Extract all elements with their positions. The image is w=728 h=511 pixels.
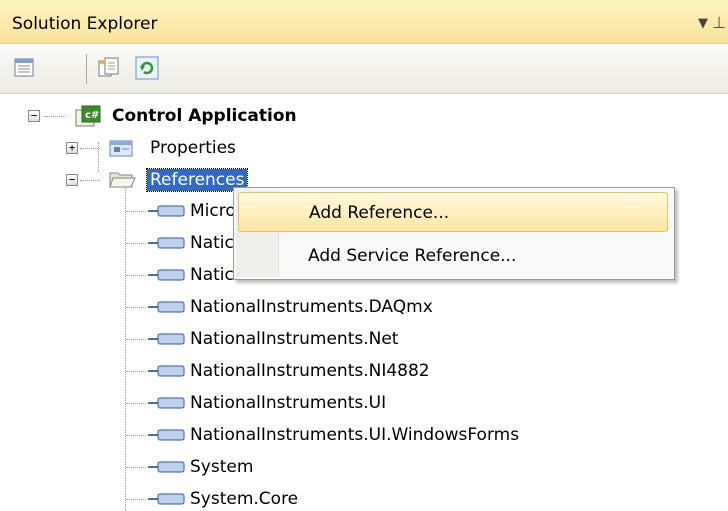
csharp-project-icon: c#: [75, 105, 101, 127]
menu-item-add-reference[interactable]: Add Reference...: [238, 192, 668, 232]
tree-connector: [80, 148, 100, 149]
menu-item-add-service-reference[interactable]: Add Service Reference...: [238, 236, 668, 276]
assembly-reference-icon: [148, 397, 185, 409]
tree-connector: [126, 243, 146, 244]
project-expander[interactable]: −: [28, 110, 40, 122]
tree-connector: [126, 307, 146, 308]
folder-open-icon: [109, 172, 136, 188]
reference-label: System.Core: [190, 489, 299, 509]
tree-connector: [126, 435, 146, 436]
tree-connector: [125, 184, 126, 511]
show-all-files-icon: [98, 57, 119, 77]
tree-connector: [126, 339, 146, 340]
menu-item-label: Add Service Reference...: [308, 246, 517, 266]
assembly-reference-icon: [148, 461, 185, 473]
svg-text:c#: c#: [85, 110, 99, 121]
refresh-button[interactable]: [134, 55, 160, 81]
tree-connector: [126, 467, 146, 468]
tree-connector: [126, 403, 146, 404]
reference-label: NationalInstruments.Net: [190, 329, 399, 349]
assembly-reference-icon: [148, 237, 185, 249]
properties-button[interactable]: [12, 55, 38, 81]
properties-expander[interactable]: +: [66, 142, 78, 154]
assembly-reference-icon: [148, 429, 185, 441]
references-context-menu: Add Reference... Add Service Reference..…: [233, 187, 675, 280]
tree-connector: [126, 275, 146, 276]
reference-label: Natic: [190, 265, 234, 285]
panel-title: Solution Explorer: [12, 14, 158, 34]
references-expander[interactable]: −: [66, 174, 78, 186]
assembly-reference-icon: [148, 205, 185, 217]
window-position-dropdown-icon[interactable]: ▼: [698, 16, 708, 31]
assembly-reference-icon: [148, 365, 185, 377]
solution-explorer-titlebar: Solution Explorer ▼ ⊥: [0, 0, 728, 44]
reference-label: NationalInstruments.UI: [190, 393, 387, 413]
toolbar-separator: [86, 54, 87, 84]
tree-connector: [126, 211, 146, 212]
tree-connector: [44, 116, 66, 117]
reference-label: Micro: [190, 201, 236, 221]
solution-explorer-toolbar: [0, 44, 728, 94]
tree-connector: [98, 142, 99, 172]
reference-label: NationalInstruments.DAQmx: [190, 297, 433, 317]
project-label[interactable]: Control Application: [112, 105, 297, 127]
reference-label: NationalInstruments.NI4882: [190, 361, 430, 381]
tree-connector: [126, 499, 146, 500]
properties-icon: [14, 58, 34, 77]
assembly-reference-icon: [148, 269, 185, 281]
refresh-icon: [135, 56, 159, 80]
reference-label: NationalInstruments.UI.WindowsForms: [190, 425, 520, 445]
tree-connector: [80, 180, 100, 181]
assembly-reference-icon: [148, 333, 185, 345]
menu-item-label: Add Reference...: [309, 203, 450, 223]
assembly-reference-icon: [148, 493, 185, 505]
properties-label[interactable]: Properties: [150, 137, 236, 159]
assembly-reference-icon: [148, 301, 185, 313]
tree-connector: [126, 371, 146, 372]
properties-folder-icon: [109, 140, 133, 157]
show-all-files-button[interactable]: [96, 55, 122, 81]
reference-label: System: [190, 457, 254, 477]
reference-label: Natic: [190, 233, 234, 253]
auto-hide-pin-icon[interactable]: ⊥: [712, 13, 726, 32]
solution-tree: − c# Control Application + Properties − …: [0, 94, 728, 511]
